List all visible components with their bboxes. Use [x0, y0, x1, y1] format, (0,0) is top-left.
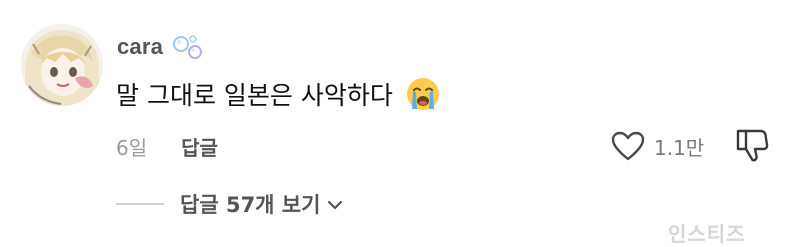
like-button[interactable]: 1.1만 — [610, 126, 704, 166]
comment-meta: 6일 답글 — [116, 128, 218, 164]
timestamp: 6일 — [116, 135, 148, 160]
comment-header: cara — [117, 32, 205, 62]
reply-button[interactable]: 답글 — [181, 132, 218, 161]
chevron-down-icon[interactable] — [326, 197, 344, 211]
dislike-button[interactable] — [734, 125, 770, 165]
loudly-crying-face-icon — [405, 76, 441, 112]
bubbles-icon — [171, 32, 205, 62]
like-count: 1.1만 — [654, 135, 705, 160]
heart-outline-icon[interactable] — [610, 130, 646, 162]
comment-body: 말 그대로 일본은 사악하다 — [116, 74, 441, 114]
replies-divider — [116, 203, 164, 205]
thumbs-down-outline-icon — [736, 129, 769, 162]
username[interactable]: cara — [117, 34, 163, 60]
comment-text: 말 그대로 일본은 사악하다 — [116, 81, 393, 110]
avatar[interactable] — [21, 24, 103, 106]
view-replies-button[interactable]: 답글 57개 보기 — [116, 186, 344, 222]
view-replies-label[interactable]: 답글 57개 보기 — [180, 189, 320, 219]
